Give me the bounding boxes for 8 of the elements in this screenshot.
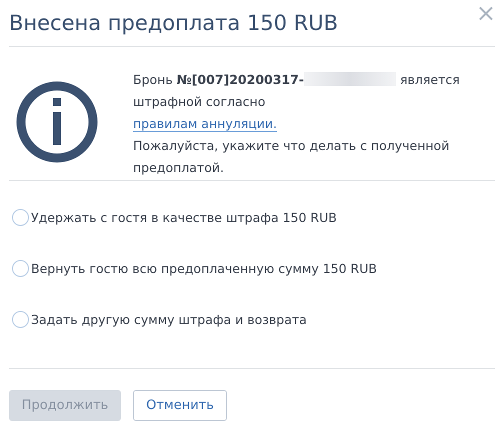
radio-option[interactable]: Задать другую сумму штрафа и возврата	[9, 309, 495, 329]
radio-option[interactable]: Вернуть гостю всю предоплаченную сумму 150 RUB	[9, 258, 495, 278]
radio-option[interactable]: Удержать с гостя в качестве штрафа 150 RUB	[9, 207, 495, 227]
cancellation-rules-link[interactable]: правилам аннуляции.	[133, 116, 277, 132]
dialog-title: Внесена предоплата 150 RUB	[9, 10, 338, 36]
info-icon	[16, 81, 98, 163]
cancel-button[interactable]: Отменить	[133, 390, 227, 421]
message-text: Бронь №[007]20200317- является штрафной согласно правилам аннуляции. Пожалуйста, укажите что делать с полученной предоплатой.	[133, 71, 461, 177]
